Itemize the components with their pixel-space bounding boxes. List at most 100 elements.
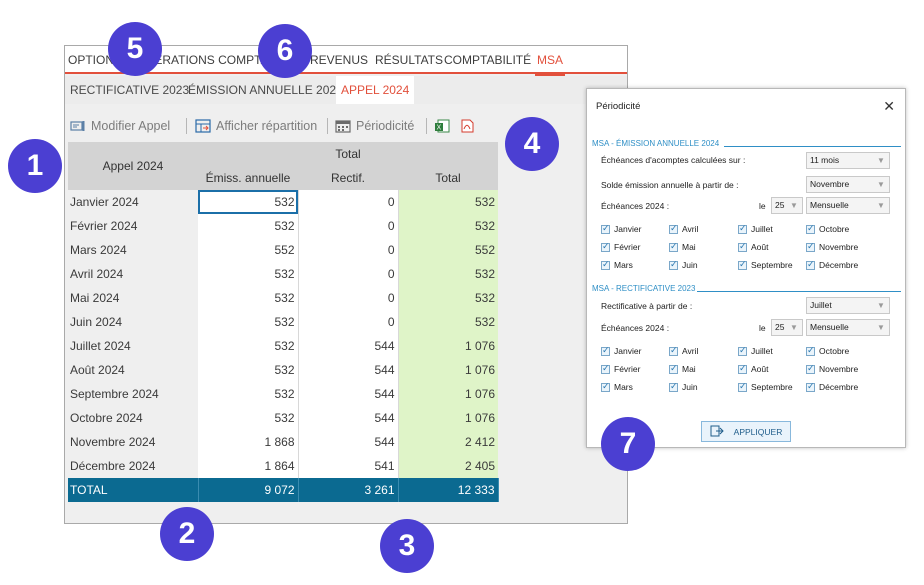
month-checkbox[interactable]: Septembre xyxy=(738,381,793,392)
emission-cell[interactable]: 532 xyxy=(198,310,299,334)
rectif-cell[interactable]: 544 xyxy=(298,358,399,382)
checkbox-checked-icon xyxy=(738,241,747,252)
total-cell: 1 076 xyxy=(398,406,498,430)
month-checkbox[interactable]: Janvier xyxy=(601,345,641,356)
month-label: Avril xyxy=(682,224,699,234)
close-icon[interactable]: ✕ xyxy=(883,98,895,115)
emission-cell[interactable]: 532 xyxy=(198,358,299,382)
emission-cell[interactable]: 552 xyxy=(198,238,299,262)
chevron-down-icon: ▼ xyxy=(877,301,885,310)
chevron-down-icon: ▼ xyxy=(790,201,798,210)
rectificative-select[interactable]: Juillet ▼ xyxy=(806,297,890,314)
rectif-cell[interactable]: 0 xyxy=(298,214,399,238)
month-checkbox[interactable]: Juin xyxy=(669,259,698,270)
month-checkbox[interactable]: Octobre xyxy=(806,223,850,234)
month-checkbox[interactable]: Mars xyxy=(601,259,633,270)
toolbar-divider xyxy=(186,118,187,134)
month-checkbox[interactable]: Janvier xyxy=(601,223,641,234)
month-checkbox[interactable]: Septembre xyxy=(738,259,793,270)
rectif-cell[interactable]: 544 xyxy=(298,382,399,406)
table-row: Juillet 2024 532 544 1 076 xyxy=(68,334,498,358)
month-checkbox[interactable]: Avril xyxy=(669,223,699,234)
month-checkbox[interactable]: Mai xyxy=(669,241,696,252)
emission-cell[interactable]: 532 xyxy=(198,262,299,286)
excel-export-button[interactable]: X xyxy=(434,116,450,136)
rectif-cell[interactable]: 0 xyxy=(298,238,399,262)
rectif-cell[interactable]: 544 xyxy=(298,406,399,430)
month-label: Octobre xyxy=(819,224,850,234)
emission-cell[interactable]: 532 xyxy=(198,334,299,358)
day-select[interactable]: 25 ▼ xyxy=(771,197,803,214)
menu-resultats[interactable]: RÉSULTATS xyxy=(375,53,443,67)
menu-comptabilite[interactable]: COMPTABILITÉ xyxy=(444,53,531,67)
month-checkbox[interactable]: Août xyxy=(738,241,769,252)
emission-cell[interactable]: 1 868 xyxy=(198,430,299,454)
solde-emission-label: Solde émission annuelle à partir de : xyxy=(601,180,739,190)
month-cell: Mars 2024 xyxy=(68,238,198,262)
month-checkbox[interactable]: Mai xyxy=(669,363,696,374)
table-row: Août 2024 532 544 1 076 xyxy=(68,358,498,382)
month-checkbox[interactable]: Avril xyxy=(669,345,698,356)
table-row: Novembre 2024 1 868 544 2 412 xyxy=(68,430,498,454)
modifier-appel-button[interactable]: Modifier Appel xyxy=(70,116,170,136)
month-cell: Décembre 2024 xyxy=(68,454,198,478)
afficher-repartition-button[interactable]: Afficher répartition xyxy=(195,116,317,136)
emission-cell[interactable]: 1 864 xyxy=(198,454,299,478)
frequency-select[interactable]: Mensuelle ▼ xyxy=(806,197,890,214)
solde-emission-select[interactable]: Novembre ▼ xyxy=(806,176,890,193)
menu-msa[interactable]: MSA xyxy=(534,53,566,76)
month-checkbox[interactable]: Décembre xyxy=(806,381,858,392)
month-checkbox[interactable]: Juin xyxy=(669,381,698,392)
checkbox-checked-icon xyxy=(601,223,610,234)
column-header-rectif[interactable]: Rectif. xyxy=(298,166,398,190)
month-checkbox[interactable]: Février xyxy=(601,241,640,252)
rectif-cell[interactable]: 0 xyxy=(298,310,399,334)
column-header-emission[interactable]: Émiss. annuelle xyxy=(198,166,298,190)
rectif-cell[interactable]: 544 xyxy=(298,334,399,358)
month-checkbox[interactable]: Mars xyxy=(601,381,633,392)
rectif-cell[interactable]: 541 xyxy=(298,454,399,478)
frequency-select[interactable]: Mensuelle ▼ xyxy=(806,319,890,336)
echeances-acomptes-select[interactable]: 11 mois ▼ xyxy=(806,152,890,169)
month-checkbox[interactable]: Février xyxy=(601,363,640,374)
checkbox-checked-icon xyxy=(669,363,678,374)
month-checkbox[interactable]: Août xyxy=(738,363,769,374)
rectif-cell[interactable]: 0 xyxy=(298,262,399,286)
apply-button[interactable]: APPLIQUER xyxy=(701,421,791,442)
rectif-cell[interactable]: 0 xyxy=(298,190,399,214)
checkbox-checked-icon xyxy=(601,363,610,374)
month-checkbox[interactable]: Octobre xyxy=(806,345,849,356)
total-cell: 2 412 xyxy=(398,430,498,454)
day-select[interactable]: 25 ▼ xyxy=(771,319,803,336)
table-row: Mai 2024 532 0 532 xyxy=(68,286,498,310)
month-cell: Juin 2024 xyxy=(68,310,198,334)
tab-emission-annuelle-2024[interactable]: ÉMISSION ANNUELLE 2024 xyxy=(183,76,348,104)
month-checkbox[interactable]: Décembre xyxy=(806,259,858,270)
column-header-total[interactable]: Total xyxy=(398,166,498,190)
distribution-icon xyxy=(195,119,211,133)
month-checkbox[interactable]: Novembre xyxy=(806,363,858,374)
periodicite-button[interactable]: Périodicité xyxy=(335,116,414,136)
month-checkbox[interactable]: Juillet xyxy=(738,223,773,234)
menu-revenus[interactable]: REVENUS xyxy=(310,53,368,67)
rectif-cell[interactable]: 544 xyxy=(298,430,399,454)
emission-cell[interactable]: 532 xyxy=(198,214,299,238)
month-checkbox[interactable]: Novembre xyxy=(806,241,858,252)
tab-appel-2024[interactable]: APPEL 2024 xyxy=(336,76,415,104)
checkbox-checked-icon xyxy=(806,223,815,234)
emission-cell[interactable]: 532 xyxy=(198,190,299,214)
tab-rectificative-2023[interactable]: RECTIFICATIVE 2023 xyxy=(65,76,194,104)
rectif-cell[interactable]: 0 xyxy=(298,286,399,310)
emission-cell[interactable]: 532 xyxy=(198,286,299,310)
echeances-acomptes-value: 11 mois xyxy=(810,155,840,165)
month-checkbox[interactable]: Juillet xyxy=(738,345,773,356)
le-label: le xyxy=(759,323,766,333)
table-row: Octobre 2024 532 544 1 076 xyxy=(68,406,498,430)
month-label: Juillet xyxy=(751,346,773,356)
checkbox-checked-icon xyxy=(669,223,678,234)
group-header-total: Total xyxy=(198,142,498,166)
pdf-export-button[interactable] xyxy=(459,116,475,136)
emission-cell[interactable]: 532 xyxy=(198,406,299,430)
emission-cell[interactable]: 532 xyxy=(198,382,299,406)
month-label: Mars xyxy=(614,260,633,270)
